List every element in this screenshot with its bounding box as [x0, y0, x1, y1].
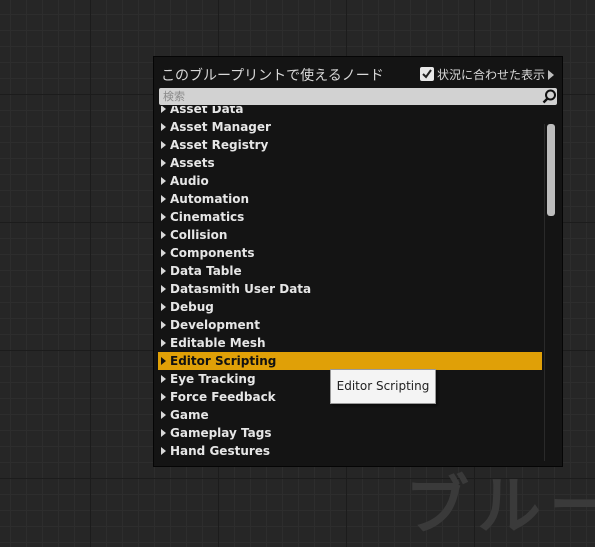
category-label: Cinematics: [170, 210, 245, 224]
expand-triangle-icon[interactable]: [161, 266, 166, 275]
menu-title: このブループリントで使えるノード: [161, 68, 384, 84]
category-asset-data[interactable]: Asset Data: [158, 106, 542, 118]
expand-triangle-icon[interactable]: [161, 356, 166, 365]
category-label: Automation: [170, 192, 250, 206]
category-components[interactable]: Components: [158, 244, 542, 262]
category-label: Hand Gestures: [170, 444, 271, 458]
checkmark-icon: [422, 69, 432, 79]
expand-arrow-icon[interactable]: [548, 70, 554, 80]
expand-triangle-icon[interactable]: [161, 374, 166, 383]
category-list: Asset Data Asset Manager Asset Registry …: [158, 106, 542, 459]
context-sensitive-checkbox[interactable]: [420, 67, 434, 81]
expand-triangle-icon[interactable]: [161, 320, 166, 329]
category-data-table[interactable]: Data Table: [158, 262, 542, 280]
category-game[interactable]: Game: [158, 406, 542, 424]
expand-triangle-icon[interactable]: [161, 392, 166, 401]
category-label: Gameplay Tags: [170, 426, 272, 440]
category-debug[interactable]: Debug: [158, 298, 542, 316]
category-label: Assets: [170, 156, 215, 170]
category-label: Asset Manager: [170, 120, 271, 134]
expand-triangle-icon[interactable]: [161, 284, 166, 293]
expand-triangle-icon[interactable]: [161, 158, 166, 167]
category-label: Development: [170, 318, 260, 332]
category-label: Collision: [170, 228, 228, 242]
category-label: Game: [170, 408, 209, 422]
category-development[interactable]: Development: [158, 316, 542, 334]
category-datasmith-user-data[interactable]: Datasmith User Data: [158, 280, 542, 298]
category-label: Datasmith User Data: [170, 282, 312, 296]
category-collision[interactable]: Collision: [158, 226, 542, 244]
category-label: Debug: [170, 300, 214, 314]
category-editor-scripting[interactable]: Editor Scripting: [158, 352, 542, 370]
category-label: Asset Registry: [170, 138, 269, 152]
category-label: Force Feedback: [170, 390, 276, 404]
category-list-scrollbar[interactable]: [544, 124, 556, 461]
scrollbar-thumb[interactable]: [547, 124, 555, 216]
category-label: Asset Data: [170, 106, 244, 116]
category-assets[interactable]: Assets: [158, 154, 542, 172]
expand-triangle-icon[interactable]: [161, 428, 166, 437]
search-input[interactable]: [159, 88, 533, 105]
category-label: Eye Tracking: [170, 372, 256, 386]
category-editable-mesh[interactable]: Editable Mesh: [158, 334, 542, 352]
category-cinematics[interactable]: Cinematics: [158, 208, 542, 226]
expand-triangle-icon[interactable]: [161, 140, 166, 149]
search-icon[interactable]: [542, 89, 557, 104]
expand-triangle-icon[interactable]: [161, 212, 166, 221]
graph-watermark-text: ブルー: [405, 470, 595, 544]
expand-triangle-icon[interactable]: [161, 302, 166, 311]
category-label: Components: [170, 246, 255, 260]
category-label: Editable Mesh: [170, 336, 266, 350]
category-asset-registry[interactable]: Asset Registry: [158, 136, 542, 154]
expand-triangle-icon[interactable]: [161, 194, 166, 203]
expand-triangle-icon[interactable]: [161, 122, 166, 131]
expand-triangle-icon[interactable]: [161, 176, 166, 185]
category-asset-manager[interactable]: Asset Manager: [158, 118, 542, 136]
expand-triangle-icon[interactable]: [161, 248, 166, 257]
search-box[interactable]: [159, 88, 557, 105]
expand-triangle-icon[interactable]: [161, 230, 166, 239]
category-label: Data Table: [170, 264, 242, 278]
expand-triangle-icon[interactable]: [161, 410, 166, 419]
category-label: Editor Scripting: [170, 354, 277, 368]
context-sensitive-label[interactable]: 状況に合わせた表示: [437, 66, 545, 83]
category-gameplay-tags[interactable]: Gameplay Tags: [158, 424, 542, 442]
category-label: Audio: [170, 174, 209, 188]
category-audio[interactable]: Audio: [158, 172, 542, 190]
expand-triangle-icon[interactable]: [161, 338, 166, 347]
category-automation[interactable]: Automation: [158, 190, 542, 208]
category-tooltip: Editor Scripting: [330, 369, 436, 404]
node-action-menu: このブループリントで使えるノード 状況に合わせた表示 Asset Data As…: [153, 56, 563, 467]
expand-triangle-icon[interactable]: [161, 106, 166, 113]
expand-triangle-icon[interactable]: [161, 446, 166, 455]
category-hand-gestures[interactable]: Hand Gestures: [158, 442, 542, 459]
